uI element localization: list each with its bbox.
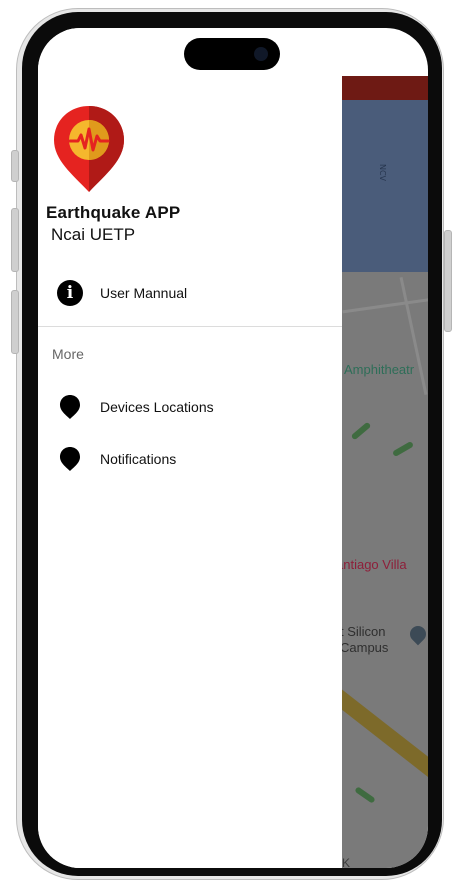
location-pin-icon <box>56 393 84 421</box>
section-header-more: More <box>52 346 84 362</box>
map-park-marker <box>391 440 415 458</box>
info-icon: i <box>56 279 84 307</box>
menu-item-label: Notifications <box>100 451 177 467</box>
power-button <box>444 230 452 332</box>
app-subtitle: Ncai UETP <box>51 225 136 244</box>
menu-item-devices-locations[interactable]: Devices Locations <box>56 391 336 423</box>
map-poi-label-line: t Silicon <box>342 624 386 639</box>
map-park-marker <box>350 421 372 441</box>
screen: NCV Amphitheatr antiago Villa t Silicon … <box>38 28 428 868</box>
menu-item-label: Devices Locations <box>100 399 214 415</box>
camera-icon <box>254 47 268 61</box>
earthquake-logo-icon <box>54 106 124 192</box>
map-place-pin-icon[interactable] <box>406 622 428 646</box>
mute-switch <box>11 150 19 182</box>
volume-down-button <box>11 290 19 354</box>
menu-item-label: User Mannual <box>100 285 188 301</box>
divider <box>38 326 342 327</box>
menu-item-notifications[interactable]: Notifications <box>56 443 336 475</box>
volume-up-button <box>11 208 19 272</box>
map-park-marker <box>354 786 376 804</box>
map-view[interactable]: NCV Amphitheatr antiago Villa t Silicon … <box>342 76 428 868</box>
app-title: Earthquake APP <box>46 203 181 222</box>
map-highway <box>342 677 428 802</box>
map-poi-label: K <box>342 856 351 868</box>
dynamic-island <box>184 38 280 70</box>
map-road-label: NCV <box>378 163 388 182</box>
map-road <box>342 293 428 314</box>
navigation-drawer: Earthquake APP Ncai UETP i User Mannual … <box>38 28 342 868</box>
menu-item-user-manual[interactable]: i User Mannual <box>56 277 336 309</box>
map-poi-label[interactable]: Amphitheatr <box>344 362 414 377</box>
map-road <box>399 276 428 396</box>
map-poi-label[interactable]: t Silicon Campus <box>342 624 388 656</box>
map-poi-label[interactable]: antiago Villa <box>342 557 407 572</box>
map-water <box>342 100 428 272</box>
app-bar <box>342 76 428 100</box>
location-pin-icon <box>56 445 84 473</box>
map-poi-label-line: Campus <box>342 640 389 655</box>
